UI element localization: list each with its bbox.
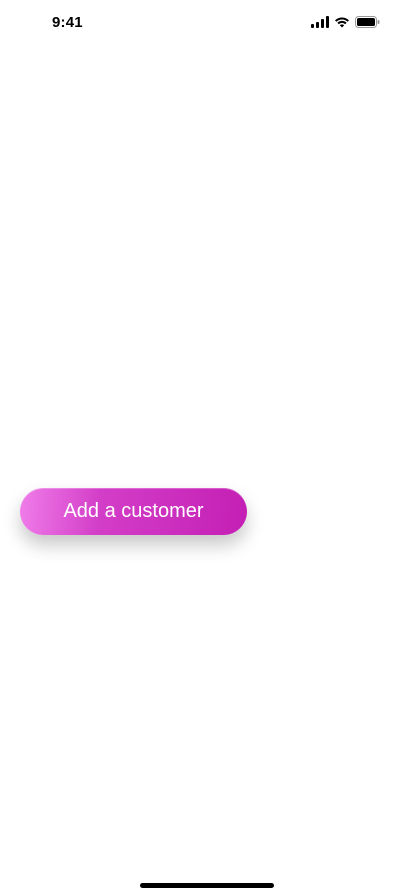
cellular-signal-icon	[311, 16, 329, 28]
status-time: 9:41	[52, 14, 83, 31]
add-customer-button-label: Add a customer	[63, 500, 204, 522]
status-bar: 9:41	[0, 0, 414, 44]
add-customer-button[interactable]: Add a customer	[20, 488, 247, 535]
status-icons	[311, 15, 380, 29]
battery-icon	[355, 16, 380, 28]
wifi-icon	[334, 16, 350, 28]
home-indicator[interactable]	[140, 883, 274, 888]
